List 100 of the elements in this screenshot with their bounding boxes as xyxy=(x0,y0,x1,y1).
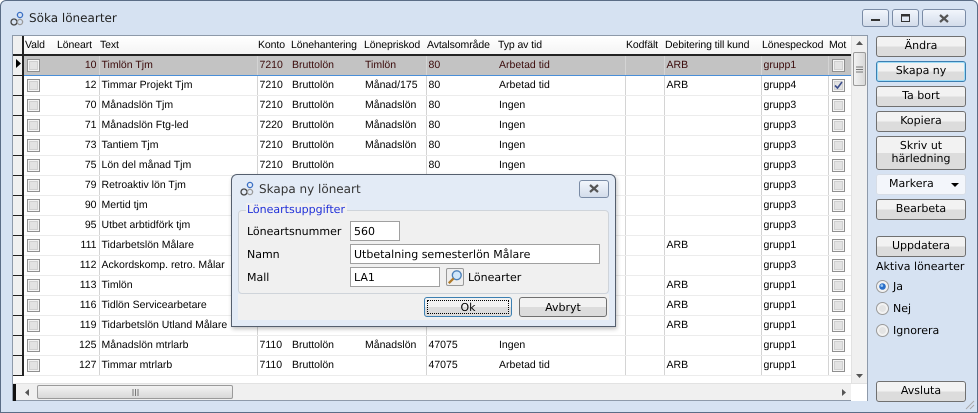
table-cell: 12 xyxy=(84,79,96,91)
checkbox[interactable] xyxy=(832,278,844,292)
radio-button[interactable] xyxy=(876,302,889,314)
table-row[interactable]: 125 Månadslön mtrlarb 7110 Bruttolön Månadslön 47075 Ingen grupp1 xyxy=(13,335,851,355)
table-cell: 79 xyxy=(84,179,96,191)
checkbox[interactable] xyxy=(27,318,40,332)
table-cell: 47075 xyxy=(428,339,458,351)
table-cell: 7210 xyxy=(260,139,283,151)
horizontal-scrollbar[interactable] xyxy=(13,383,867,400)
minimize-button[interactable] xyxy=(862,9,889,27)
side-button[interactable]: Skapa ny xyxy=(876,61,966,82)
table-cell: Ackordskomp. retro. Målar xyxy=(102,259,225,271)
vertical-scrollbar[interactable] xyxy=(851,36,867,383)
checkbox[interactable] xyxy=(27,58,40,72)
checkbox[interactable] xyxy=(27,198,40,212)
table-cell: ARB xyxy=(666,59,688,72)
table-cell: Tidarbetslön Utland Målare xyxy=(102,319,228,331)
dialog-button[interactable]: Ok xyxy=(424,297,512,317)
table-row[interactable]: 127 Timmar mtrlarb 7110 Bruttolön 47075 Arbetad tid ARB grupp1 xyxy=(13,355,851,375)
table-cell: Timlön xyxy=(365,59,396,72)
side-button[interactable]: Bearbeta xyxy=(876,199,966,220)
lookup-link[interactable]: Lönearter xyxy=(468,270,522,284)
checkbox[interactable] xyxy=(832,238,844,252)
checkbox[interactable] xyxy=(832,98,844,112)
table-cell: grupp3 xyxy=(764,199,796,211)
table-cell: Arbetad tid xyxy=(499,59,550,72)
table-cell: Månadslön mtrlarb xyxy=(102,339,188,351)
radio-button[interactable] xyxy=(876,280,889,292)
checkbox[interactable] xyxy=(832,198,844,212)
checkbox[interactable] xyxy=(832,298,844,312)
table-cell: grupp1 xyxy=(764,239,796,251)
table-cell: Bruttolön xyxy=(292,99,334,111)
table-cell: Mertid tjm xyxy=(102,199,148,211)
table-cell: grupp1 xyxy=(764,299,796,311)
side-button[interactable]: Uppdatera xyxy=(876,236,966,257)
checkbox[interactable] xyxy=(832,338,844,352)
checkbox[interactable] xyxy=(27,178,40,192)
input-field[interactable]: Utbetalning semesterlön Målare xyxy=(350,244,600,264)
radio-label[interactable]: Ja xyxy=(893,280,903,292)
table-cell: 95 xyxy=(84,219,96,231)
checkbox[interactable] xyxy=(27,138,40,152)
side-button[interactable]: Ta bort xyxy=(876,86,966,107)
checkbox[interactable] xyxy=(27,338,40,352)
scroll-thumb[interactable] xyxy=(37,385,233,399)
dialog-button[interactable]: Avbryt xyxy=(519,297,607,317)
table-row[interactable]: 70 Månadslön Tjm 7210 Bruttolön Månadslön 80 Ingen grupp3 xyxy=(13,95,851,115)
side-button[interactable]: Skriv ut härledning xyxy=(876,136,966,170)
checkbox[interactable] xyxy=(27,118,40,132)
checkbox[interactable] xyxy=(27,218,40,232)
table-cell: Ingen xyxy=(499,99,526,111)
row-pointer-icon xyxy=(16,59,21,68)
radio-label[interactable]: Ignorera xyxy=(893,324,940,336)
checkbox[interactable] xyxy=(27,278,40,292)
column-header[interactable]: Vald xyxy=(23,36,56,55)
checkbox[interactable] xyxy=(832,138,844,152)
side-button[interactable]: Ändra xyxy=(876,36,966,57)
side-button[interactable]: Kopiera xyxy=(876,111,966,132)
close-button[interactable] xyxy=(579,180,609,198)
scroll-up-icon xyxy=(855,40,864,46)
checkbox[interactable] xyxy=(27,358,40,372)
checkbox[interactable] xyxy=(27,78,40,92)
table-cell: 7220 xyxy=(260,119,283,131)
radio-button[interactable] xyxy=(876,324,889,336)
input-field[interactable]: 560 xyxy=(350,221,400,241)
checkbox[interactable] xyxy=(832,58,844,72)
checkbox[interactable] xyxy=(27,258,40,272)
table-row[interactable]: 12 Timmar Projekt Tjm 7210 Bruttolön Månad/175 80 Arbetad tid ARB grupp4 xyxy=(13,75,851,95)
menu-button[interactable]: Markera xyxy=(876,174,966,195)
checkbox[interactable] xyxy=(27,98,40,112)
maximize-button[interactable] xyxy=(892,9,919,27)
table-cell: grupp3 xyxy=(764,179,796,191)
table-cell: 47075 xyxy=(428,359,458,371)
table-row[interactable]: 73 Tantiem Tjm 7210 Bruttolön Månadslön 80 Ingen grupp3 xyxy=(13,135,851,155)
table-cell: Ingen xyxy=(499,159,526,171)
checkbox[interactable] xyxy=(832,218,844,232)
table-cell: Bruttolön xyxy=(292,139,334,151)
scroll-right-icon xyxy=(841,388,847,396)
checkbox[interactable] xyxy=(832,178,844,192)
checkbox[interactable] xyxy=(832,318,844,332)
scroll-down-icon xyxy=(855,373,864,379)
close-button[interactable] xyxy=(922,9,966,27)
input-field[interactable]: LA1 xyxy=(350,267,440,287)
search-button[interactable] xyxy=(446,268,464,286)
radio-label[interactable]: Nej xyxy=(893,302,912,314)
close-window-button[interactable]: Avsluta xyxy=(876,381,966,402)
checkbox[interactable] xyxy=(832,258,844,272)
table-cell: Timmar Projekt Tjm xyxy=(102,79,193,91)
resize-grip-icon[interactable] xyxy=(965,400,975,410)
table-cell: Retroaktiv lön Tjm xyxy=(102,179,186,191)
checkbox[interactable] xyxy=(832,158,844,172)
checkbox[interactable] xyxy=(832,118,844,132)
table-row[interactable]: 71 Månadslön Ftg-led 7220 Bruttolön Månadslön 80 Ingen grupp3 xyxy=(13,115,851,135)
checkbox[interactable] xyxy=(27,298,40,312)
checkbox[interactable] xyxy=(27,158,40,172)
scroll-thumb[interactable] xyxy=(853,52,866,86)
checkbox[interactable] xyxy=(27,238,40,252)
table-row[interactable]: 10 Timlön Tjm 7210 Bruttolön Timlön 80 Arbetad tid ARB grupp1 xyxy=(13,55,851,75)
checkbox[interactable] xyxy=(832,78,844,92)
checkbox[interactable] xyxy=(832,358,844,372)
table-cell: grupp1 xyxy=(764,339,796,351)
